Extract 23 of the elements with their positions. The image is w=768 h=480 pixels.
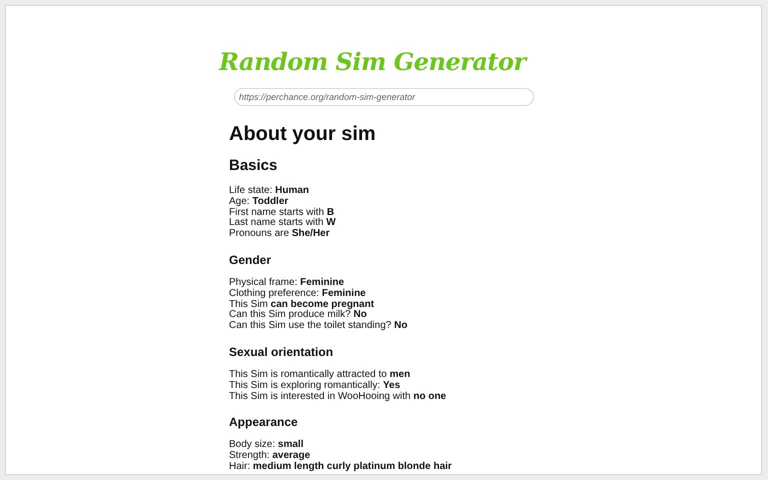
attribute-line: Last name starts with W xyxy=(229,218,336,228)
attribute-line: Body size: small xyxy=(229,440,304,450)
site-title: Random Sim Generator xyxy=(219,46,526,78)
attribute-line: Can this Sim use the toilet standing? No xyxy=(229,321,408,332)
section-heading: Gender xyxy=(229,252,272,268)
section-heading: Sexual orientation xyxy=(229,344,334,360)
attribute-line: Age: Toddler xyxy=(229,196,288,207)
attribute-line: Strength: average xyxy=(229,451,310,462)
attribute-line: First name starts with B xyxy=(229,208,334,218)
attribute-line: Physical frame: Feminine xyxy=(229,278,344,288)
attribute-line: Pronouns are She/Her xyxy=(229,229,330,240)
attribute-line: This Sim can become pregnant xyxy=(229,300,374,310)
attribute-line: This Sim is exploring romantically: Yes xyxy=(229,380,400,391)
attribute-line: Hair: medium length curly platinum blonde hair xyxy=(229,462,452,473)
section-heading: Appearance xyxy=(229,414,298,430)
attribute-line: Life state: Human xyxy=(229,186,310,196)
section-heading: Basics xyxy=(229,156,278,176)
attribute-line: This Sim is romantically attracted to men xyxy=(229,370,410,380)
attribute-line: This Sim is interested in WooHooing with no one xyxy=(229,392,446,402)
attribute-line: Clothing preference: Feminine xyxy=(229,288,366,299)
url-field[interactable]: https://perchance.org/random-sim-generator xyxy=(234,88,534,106)
page-heading: About your sim xyxy=(229,122,376,146)
attribute-line: Can this Sim produce milk? No xyxy=(229,310,367,320)
